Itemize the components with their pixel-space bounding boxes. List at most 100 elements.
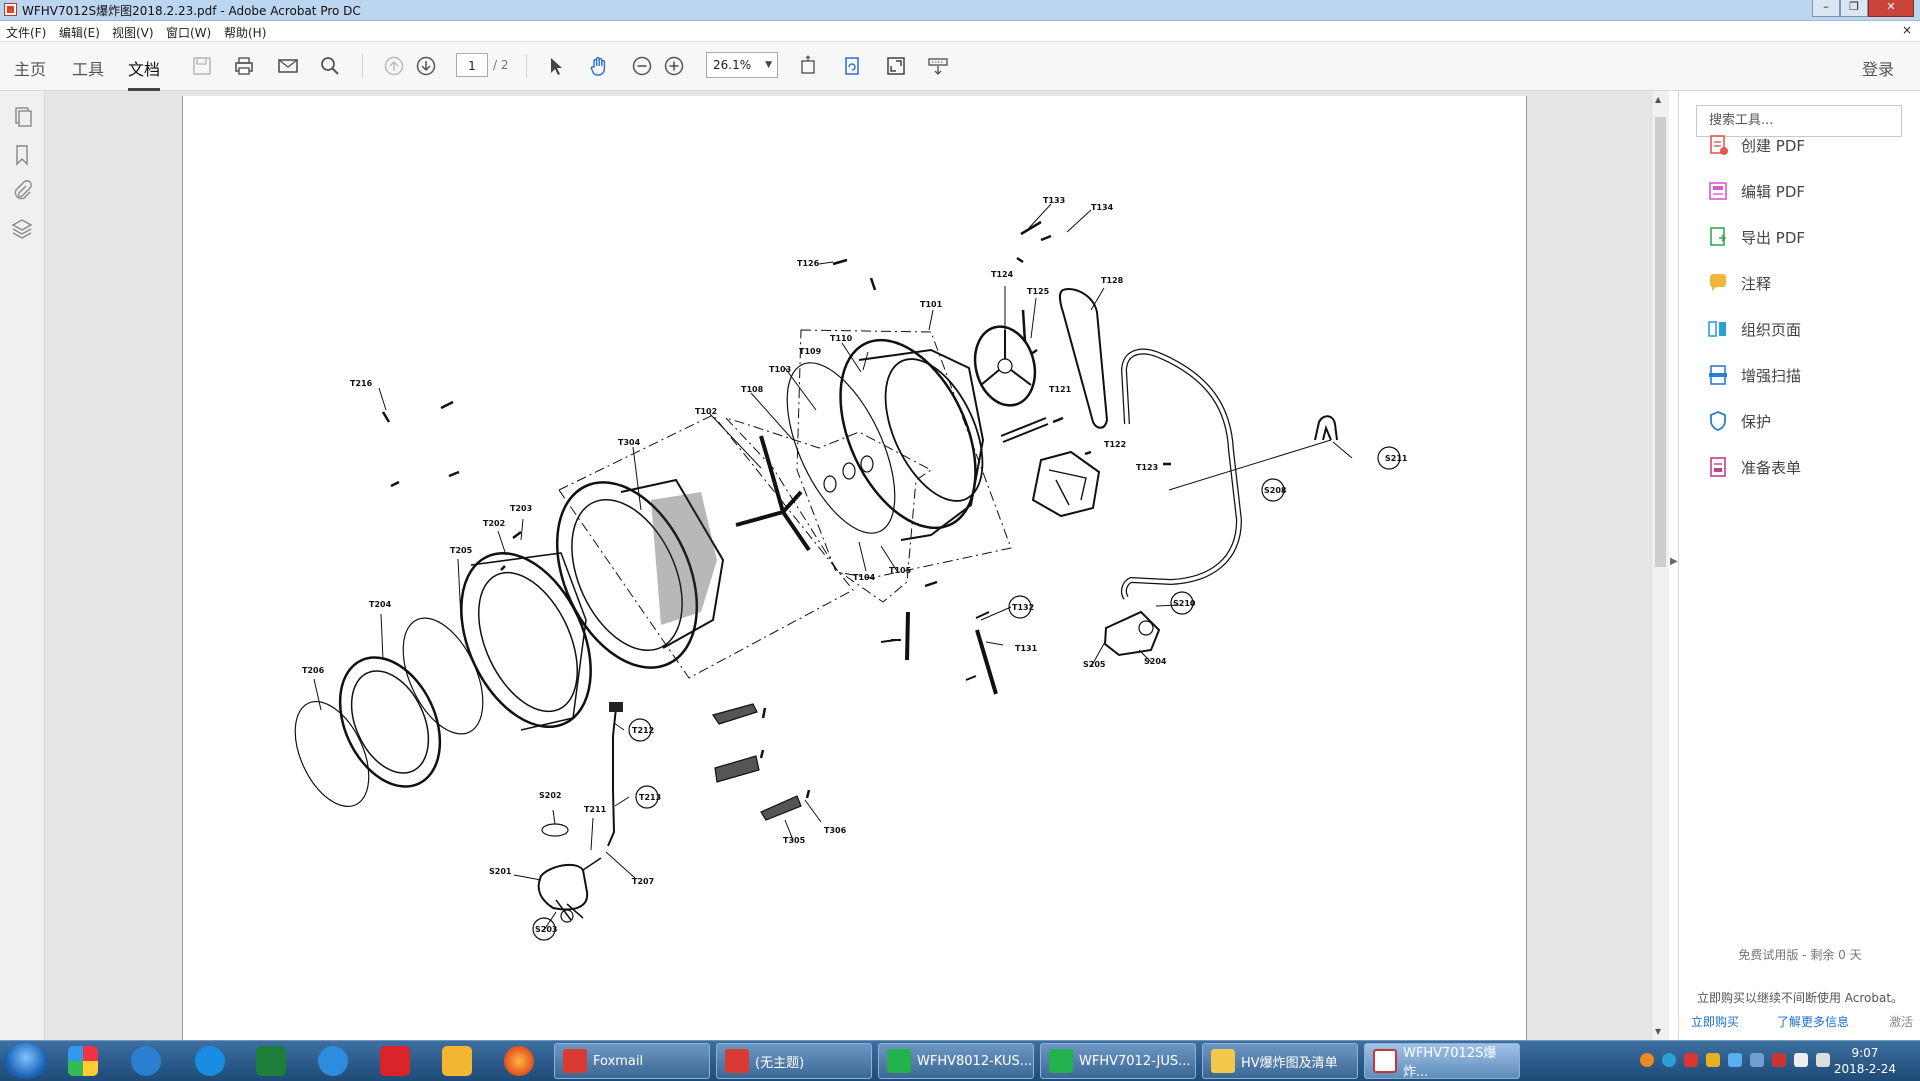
tool-comment[interactable]: 注释 (1707, 269, 1771, 297)
menu-edit[interactable]: 编辑(E) (59, 24, 100, 41)
system-clock[interactable]: 9:07 2018-2-24 (1834, 1045, 1896, 1077)
pdf-file-icon (1373, 1049, 1397, 1073)
clock-time: 9:07 (1851, 1046, 1879, 1060)
tool-enhance-scan[interactable]: 增强扫描 (1707, 361, 1801, 389)
firefox-icon[interactable] (504, 1046, 534, 1076)
taskbar-item-foxmail[interactable]: Foxmail (554, 1043, 710, 1079)
tab-home[interactable]: 主页 (14, 56, 46, 80)
tool-label: 编辑 PDF (1741, 182, 1805, 201)
hand-tool-icon[interactable] (587, 54, 611, 78)
attachments-icon[interactable] (10, 179, 34, 203)
excel-icon[interactable] (256, 1046, 286, 1076)
tool-edit-pdf[interactable]: 编辑 PDF (1707, 177, 1805, 205)
email-icon[interactable] (276, 54, 300, 78)
fit-page-icon[interactable] (796, 54, 820, 78)
colorful-app-icon[interactable] (68, 1046, 98, 1076)
scroll-down-icon[interactable]: ▼ (1655, 1027, 1661, 1036)
label-t103: T103 (769, 365, 791, 374)
close-window-button[interactable]: ✕ (1868, 0, 1914, 17)
menu-view[interactable]: 视图(V) (112, 24, 154, 41)
activate-link[interactable]: 激活 (1889, 1013, 1913, 1030)
notification-tray-icon[interactable] (1706, 1053, 1720, 1067)
learn-more-link[interactable]: 了解更多信息 (1777, 1013, 1849, 1030)
page-thumbnails-icon[interactable] (10, 105, 34, 129)
youdao-dictionary-icon[interactable] (380, 1046, 410, 1076)
label-t212: T212 (632, 726, 654, 735)
page-total: / 2 (493, 58, 509, 72)
minimize-button[interactable]: – (1812, 0, 1840, 17)
label-t205: T205 (450, 546, 473, 555)
scrollbar-thumb[interactable] (1655, 117, 1666, 567)
taskbar-item-label: WFHV7012-JUS... (1079, 1053, 1191, 1069)
label-t110: T110 (830, 334, 853, 343)
browser-icon[interactable] (195, 1046, 225, 1076)
full-screen-icon[interactable] (884, 54, 908, 78)
taskbar-item-wfhv7012[interactable]: WFHV7012-JUS... (1040, 1043, 1196, 1079)
label-s210: S210 (1173, 599, 1196, 608)
collapse-right-panel-icon[interactable]: ▶ (1670, 556, 1678, 567)
buy-now-link[interactable]: 立即购买 (1691, 1013, 1739, 1030)
label-t206: T206 (302, 666, 325, 675)
tool-protect[interactable]: 保护 (1707, 407, 1771, 435)
app-tray-icon[interactable] (1662, 1053, 1676, 1067)
display-tray-icon[interactable] (1794, 1053, 1808, 1067)
menu-help[interactable]: 帮助(H) (224, 24, 266, 41)
foxmail-icon (725, 1049, 749, 1073)
network-tray-icon[interactable] (1728, 1053, 1742, 1067)
tab-document[interactable]: 文档 (128, 56, 161, 91)
label-s203: S203 (535, 925, 557, 934)
page-number-input[interactable]: 1 (456, 53, 488, 77)
taskbar-item-wfhv8012[interactable]: WFHV8012-KUS... (878, 1043, 1034, 1079)
previous-page-icon[interactable] (382, 54, 406, 78)
folder-app-icon[interactable] (442, 1046, 472, 1076)
taskbar-item-acrobat[interactable]: WFHV7012S爆炸... (1364, 1043, 1520, 1080)
bookmarks-icon[interactable] (10, 143, 34, 167)
menu-file[interactable]: 文件(F) (6, 24, 46, 41)
zoom-level-select[interactable]: 26.1% ▼ (706, 52, 778, 78)
tool-label: 准备表单 (1741, 458, 1802, 477)
search-tray-icon[interactable] (1640, 1053, 1654, 1067)
document-scrollbar[interactable]: ▲ ▼ (1651, 91, 1669, 1040)
shield-tray-icon[interactable] (1772, 1053, 1786, 1067)
zoom-out-icon[interactable] (630, 54, 654, 78)
menu-window[interactable]: 窗口(W) (166, 24, 211, 41)
volume-icon[interactable] (1816, 1053, 1830, 1067)
tool-organize-pages[interactable]: 组织页面 (1707, 315, 1801, 343)
tool-export-pdf[interactable]: 导出 PDF (1707, 223, 1805, 251)
sogou-input-icon[interactable] (318, 1046, 348, 1076)
tool-create-pdf[interactable]: 创建 PDF (1707, 131, 1805, 159)
login-link[interactable]: 登录 (1862, 56, 1894, 80)
label-t305: T305 (783, 836, 806, 845)
title-bar: WFHV7012S爆炸图2018.2.23.pdf - Adobe Acroba… (0, 0, 1920, 21)
system-tray: 9:07 2018-2-24 (1620, 1041, 1920, 1081)
read-mode-icon[interactable] (926, 54, 950, 78)
layers-icon[interactable] (10, 217, 34, 241)
scroll-up-icon[interactable]: ▲ (1655, 95, 1661, 104)
tool-prepare-form[interactable]: 准备表单 (1707, 453, 1801, 481)
label-t102: T102 (695, 407, 717, 416)
label-t211: T211 (584, 805, 607, 814)
document-close-button[interactable]: × (1902, 23, 1912, 37)
label-t213: T213 (639, 793, 661, 802)
clock-date: 2018-2-24 (1833, 1062, 1896, 1076)
save-icon[interactable] (190, 54, 214, 78)
start-button[interactable] (4, 1043, 48, 1079)
restore-button[interactable]: ❐ (1840, 0, 1868, 17)
label-t134: T134 (1091, 203, 1114, 212)
internet-explorer-icon[interactable] (131, 1046, 161, 1076)
tool-label: 增强扫描 (1741, 366, 1802, 385)
label-t304: T304 (618, 438, 641, 447)
label-t125: T125 (1027, 287, 1050, 296)
search-icon[interactable] (318, 54, 342, 78)
tool-label: 注释 (1741, 274, 1772, 293)
select-cursor-icon[interactable] (544, 54, 568, 78)
taskbar-item-hv-folder[interactable]: HV爆炸图及清单 (1202, 1043, 1358, 1079)
zoom-in-icon[interactable] (662, 54, 686, 78)
security-tray-icon[interactable] (1684, 1053, 1698, 1067)
taskbar-item-no-subject[interactable]: (无主题) (716, 1043, 872, 1079)
print-icon[interactable] (232, 54, 256, 78)
tab-tools[interactable]: 工具 (72, 56, 104, 80)
rotate-view-icon[interactable] (840, 54, 864, 78)
monitor-tray-icon[interactable] (1750, 1053, 1764, 1067)
next-page-icon[interactable] (414, 54, 438, 78)
